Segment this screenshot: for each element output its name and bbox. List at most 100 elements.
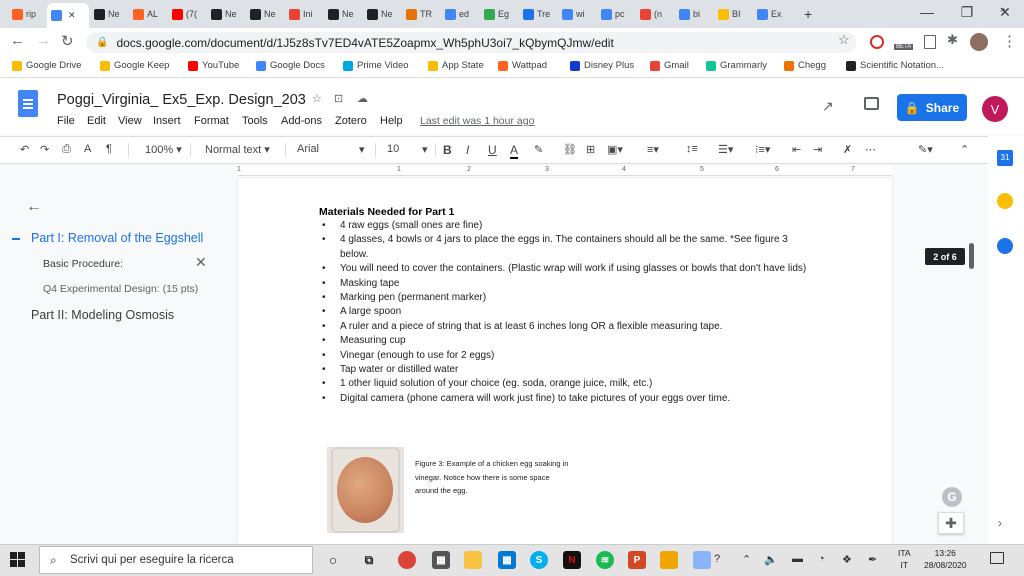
editing-mode-icon[interactable]: ✎▾ [918, 143, 933, 156]
skype-icon[interactable]: S [530, 551, 548, 569]
keep-icon[interactable] [997, 193, 1013, 209]
folder-app-icon[interactable] [693, 551, 711, 569]
docs-home-icon[interactable] [18, 90, 38, 117]
restore-button[interactable]: ❐ [952, 4, 982, 21]
address-bar[interactable]: 🔒 docs.google.com/document/d/1J5z8sTv7ED… [86, 32, 856, 53]
bookmark-item[interactable]: Google Keep [100, 60, 169, 71]
increase-indent-icon[interactable]: ⇥ [813, 143, 822, 156]
calculator-icon[interactable]: ▦ [432, 551, 450, 569]
grammarly-icon[interactable]: G [942, 487, 962, 507]
outline-item-basic-procedure[interactable]: Basic Procedure: [43, 258, 123, 270]
show-hidden-icons-chevron-icon[interactable]: ⌃ [742, 553, 751, 566]
bookmark-item[interactable]: Chegg [784, 60, 826, 71]
pen-icon[interactable]: ✒ [868, 553, 877, 566]
browser-tab[interactable]: Ne [207, 3, 245, 25]
chrome-menu-icon[interactable]: ⋮ [1002, 32, 1017, 50]
star-icon[interactable]: ☆ [312, 92, 322, 105]
help-icon[interactable]: ? [714, 553, 720, 565]
menu-item[interactable]: Edit [87, 115, 106, 127]
zoom-select[interactable]: 100% ▾ [145, 143, 182, 156]
notification-center-icon[interactable] [990, 552, 1004, 564]
italic-button[interactable]: I [466, 143, 469, 157]
browser-tab[interactable]: Ne [363, 3, 401, 25]
menu-item[interactable]: Format [194, 115, 229, 127]
decrease-indent-icon[interactable]: ⇤ [792, 143, 801, 156]
battery-icon[interactable]: ▬ [792, 553, 803, 565]
input-language[interactable]: ITA IT [898, 547, 911, 571]
print-icon[interactable]: ⎙ [62, 143, 71, 156]
page-extension-icon[interactable] [924, 35, 936, 49]
activity-trend-icon[interactable]: ↗ [822, 98, 834, 115]
browser-tab[interactable]: (7( [168, 3, 206, 25]
menu-item[interactable]: File [57, 115, 75, 127]
bookmark-item[interactable]: Scientific Notation... [846, 60, 944, 71]
bookmark-item[interactable]: Google Drive [12, 60, 81, 71]
tasks-icon[interactable] [997, 238, 1013, 254]
align-icon[interactable]: ≡▾ [647, 143, 659, 156]
link-icon[interactable]: ⛓ [563, 143, 577, 156]
last-edit-link[interactable]: Last edit was 1 hour ago [420, 115, 534, 127]
move-folder-icon[interactable]: ⊡ [334, 92, 343, 105]
game-app-icon[interactable] [660, 551, 678, 569]
font-select[interactable]: Arial ▾ [297, 143, 367, 156]
browser-tab[interactable]: (n [636, 3, 674, 25]
blocker-extension-icon[interactable] [870, 35, 884, 49]
outline-item-q4[interactable]: Q4 Experimental Design: (15 pts) [43, 283, 198, 295]
more-bookmarks-icon[interactable]: » [1000, 4, 1005, 15]
close-outline-arrow-icon[interactable]: ← [26, 198, 42, 216]
menu-item[interactable]: Insert [153, 115, 181, 127]
calendar-app-icon[interactable]: ▦ [498, 551, 516, 569]
bookmark-item[interactable]: Disney Plus [570, 60, 634, 71]
bookmark-item[interactable]: YouTube [188, 60, 239, 71]
cloud-status-icon[interactable]: ☁ [357, 92, 368, 105]
cortana-icon[interactable]: ○ [324, 551, 342, 569]
minimize-button[interactable]: — [912, 4, 942, 20]
comment-history-icon[interactable] [864, 97, 879, 110]
menu-item[interactable]: Add-ons [281, 115, 322, 127]
highlight-icon[interactable]: ✎ [534, 143, 543, 156]
file-explorer-icon[interactable] [464, 551, 482, 569]
wifi-icon[interactable]: ◔ [818, 553, 825, 565]
browser-tab[interactable]: Ini [285, 3, 323, 25]
spotify-icon[interactable]: ≋ [596, 551, 614, 569]
bookmark-item[interactable]: Wattpad [498, 60, 547, 71]
bookmark-star-icon[interactable]: ☆ [838, 32, 850, 48]
dropbox-icon[interactable]: ❖ [842, 553, 852, 566]
browser-tab[interactable]: AL [129, 3, 167, 25]
paragraph-style-select[interactable]: Normal text ▾ [205, 143, 270, 156]
back-arrow-icon[interactable]: ← [10, 32, 25, 49]
browser-tab[interactable]: Ne [324, 3, 362, 25]
windows-start-icon[interactable] [10, 552, 26, 568]
menu-item[interactable]: Zotero [335, 115, 367, 127]
redo-icon[interactable]: ↷ [40, 143, 49, 156]
reload-icon[interactable]: ↻ [61, 32, 74, 50]
clear-formatting-icon[interactable]: ✗ [843, 143, 852, 156]
menu-item[interactable]: View [118, 115, 142, 127]
explore-icon[interactable]: ✚ [938, 512, 964, 534]
calendar-icon[interactable]: 31 [997, 150, 1013, 166]
bookmark-item[interactable]: Google Docs [256, 60, 325, 71]
document-title[interactable]: Poggi_Virginia_ Ex5_Exp. Design_203 [57, 92, 306, 108]
extensions-puzzle-icon[interactable]: ✱ [947, 32, 958, 48]
taskbar-search-box[interactable]: Scrivi qui per eseguire la ricerca [39, 546, 313, 574]
bookmark-item[interactable]: App State [428, 60, 484, 71]
outline-item-part-2[interactable]: Part II: Modeling Osmosis [31, 308, 174, 322]
powerpoint-icon[interactable]: P [628, 551, 646, 569]
browser-tab[interactable]: ✕ [47, 3, 89, 28]
undo-icon[interactable]: ↶ [20, 143, 29, 156]
task-view-icon[interactable]: ⧉ [360, 551, 378, 569]
forward-arrow-icon[interactable]: → [36, 32, 51, 49]
remove-heading-icon[interactable]: ✕ [195, 254, 207, 271]
line-spacing-icon[interactable]: ↕≡ [686, 143, 698, 155]
share-button[interactable]: 🔒 Share [897, 94, 967, 121]
system-clock[interactable]: 13:26 28/08/2020 [924, 547, 967, 571]
font-size-select[interactable]: 10 ▾ [387, 143, 432, 156]
bookmark-item[interactable]: Grammarly [706, 60, 767, 71]
user-avatar[interactable]: V [982, 96, 1008, 122]
profile-avatar[interactable] [970, 33, 988, 51]
text-color-button[interactable]: A [510, 143, 519, 159]
browser-tab[interactable]: wi [558, 3, 596, 25]
spellcheck-icon[interactable]: A [84, 143, 91, 155]
browser-tab[interactable]: TR [402, 3, 440, 25]
browser-tab[interactable]: rip [8, 3, 46, 25]
